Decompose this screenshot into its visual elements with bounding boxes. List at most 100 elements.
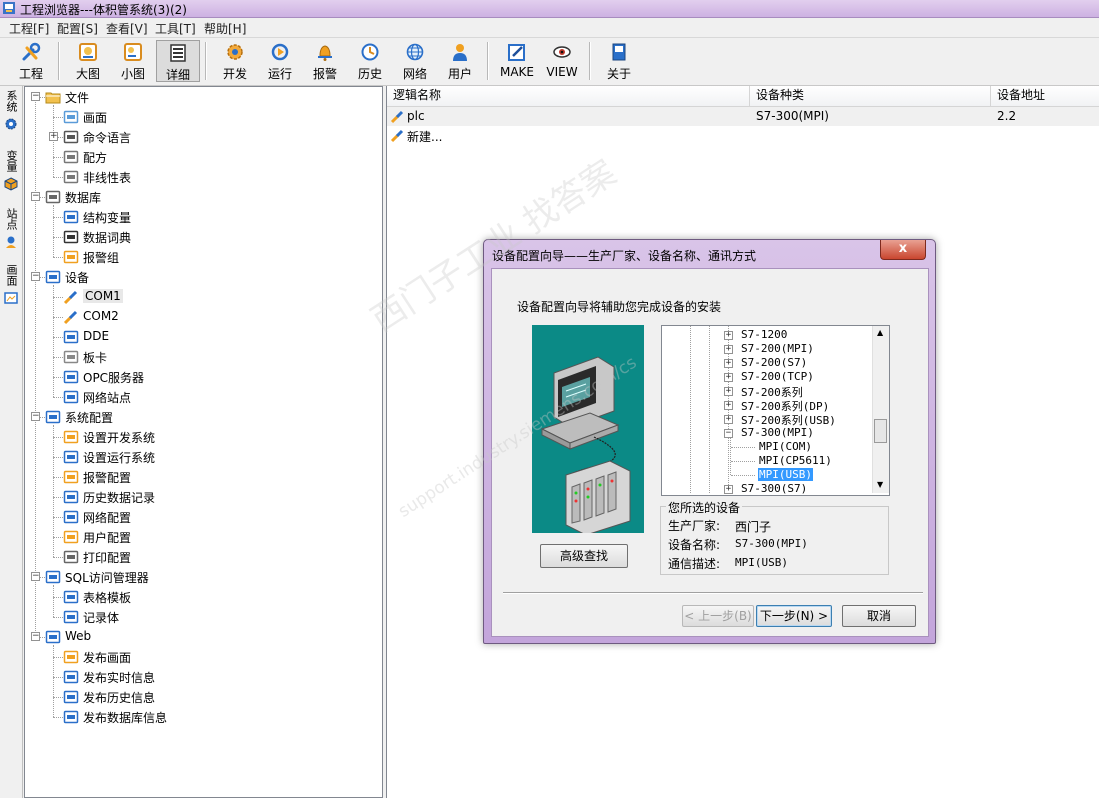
- toolbar-project-button[interactable]: 工程: [9, 40, 53, 82]
- tree-item[interactable]: COM2: [25, 307, 380, 327]
- toolbar-run-button[interactable]: 运行: [258, 40, 302, 82]
- collapse-minus-icon[interactable]: −: [724, 429, 733, 438]
- tree-item[interactable]: 表格模板: [25, 587, 380, 607]
- tree-item[interactable]: 发布画面: [25, 647, 380, 667]
- column-device-address[interactable]: 设备地址: [991, 86, 1099, 106]
- tree-item[interactable]: 报警配置: [25, 467, 380, 487]
- device-tree-scrollbar[interactable]: ▲ ▼: [872, 326, 889, 493]
- column-logical-name[interactable]: 逻辑名称: [387, 86, 750, 106]
- expand-plus-icon[interactable]: +: [724, 331, 733, 340]
- toolbar-alarm-button[interactable]: 报警: [303, 40, 347, 82]
- tree-item-label: 打印配置: [83, 551, 132, 565]
- next-button[interactable]: 下一步(N) >: [756, 605, 832, 627]
- toolbar-develop-button[interactable]: 开发: [213, 40, 257, 82]
- device-tree-item[interactable]: MPI(COM): [662, 440, 870, 454]
- device-tree-item[interactable]: + S7-200(TCP): [662, 370, 870, 384]
- device-tree-item[interactable]: MPI(USB): [662, 468, 870, 482]
- toolbar-view-button[interactable]: VIEW: [540, 40, 584, 82]
- tree-item[interactable]: 打印配置: [25, 547, 380, 567]
- tree-item[interactable]: 画面: [25, 107, 380, 127]
- side-tab-stations[interactable]: 站点: [1, 208, 21, 249]
- tree-item[interactable]: 历史数据记录: [25, 487, 380, 507]
- device-tree-item[interactable]: MPI(CP5611): [662, 454, 870, 468]
- tree-item[interactable]: DDE: [25, 327, 380, 347]
- toolbar-user-button[interactable]: 用户: [438, 40, 482, 82]
- expand-plus-icon[interactable]: +: [724, 373, 733, 382]
- menu-view[interactable]: 查看[V]: [106, 20, 148, 37]
- tree-item[interactable]: 发布历史信息: [25, 687, 380, 707]
- device-type-tree[interactable]: ▲ ▼ + S7-1200 + S7-200(MPI) + S7-200(S7) + S7-2…: [661, 325, 890, 496]
- tree-item[interactable]: 非线性表: [25, 167, 380, 187]
- menu-help[interactable]: 帮助[H]: [204, 20, 246, 37]
- expand-plus-icon[interactable]: +: [724, 415, 733, 424]
- device-tree-item[interactable]: + S7-200系列(DP): [662, 398, 870, 413]
- tree-item[interactable]: 设置开发系统: [25, 427, 380, 447]
- tree-item[interactable]: − Web: [25, 627, 380, 647]
- expand-plus-icon[interactable]: +: [724, 387, 733, 396]
- expand-plus-icon[interactable]: +: [724, 401, 733, 410]
- device-tree-item[interactable]: + S7-200(S7): [662, 356, 870, 370]
- tree-item[interactable]: 记录体: [25, 607, 380, 627]
- tree-item[interactable]: − 设备: [25, 267, 380, 287]
- tree-item[interactable]: 发布实时信息: [25, 667, 380, 687]
- toolbar-make-button[interactable]: MAKE: [495, 40, 539, 82]
- list-row-plc[interactable]: plc S7-300(MPI) 2.2: [387, 107, 1099, 126]
- side-tab-variables[interactable]: 变量: [1, 150, 21, 191]
- tree-item[interactable]: 板卡: [25, 347, 380, 367]
- collapse-minus-icon[interactable]: −: [31, 572, 40, 581]
- scroll-thumb[interactable]: [874, 419, 887, 443]
- tree-item[interactable]: − 文件: [25, 87, 380, 107]
- expand-plus-icon[interactable]: +: [724, 485, 733, 494]
- collapse-minus-icon[interactable]: −: [31, 92, 40, 101]
- cancel-button[interactable]: 取消: [842, 605, 916, 627]
- menu-project[interactable]: 工程[F]: [9, 20, 49, 37]
- device-tree-item[interactable]: + S7-300(S7): [662, 482, 870, 495]
- collapse-minus-icon[interactable]: −: [31, 192, 40, 201]
- menu-tools[interactable]: 工具[T]: [155, 20, 196, 37]
- advanced-search-button[interactable]: 高级查找: [540, 544, 628, 568]
- scroll-down-arrow-icon[interactable]: ▼: [877, 480, 883, 489]
- tree-item[interactable]: − 系统配置: [25, 407, 380, 427]
- dialog-close-button[interactable]: x: [880, 240, 926, 260]
- tree-item[interactable]: 报警组: [25, 247, 380, 267]
- column-device-type[interactable]: 设备种类: [750, 86, 991, 106]
- toolbar-about-button[interactable]: 关于: [597, 40, 641, 82]
- expand-plus-icon[interactable]: +: [724, 359, 733, 368]
- tree-item[interactable]: COM1: [25, 287, 380, 307]
- toolbar-small-icons-button[interactable]: 小图: [111, 40, 155, 82]
- tree-item[interactable]: + 命令语言: [25, 127, 380, 147]
- scroll-up-arrow-icon[interactable]: ▲: [877, 328, 883, 337]
- expand-plus-icon[interactable]: +: [49, 132, 58, 141]
- tree-item[interactable]: − 数据库: [25, 187, 380, 207]
- toolbar-network-button[interactable]: 网络: [393, 40, 437, 82]
- tree-item[interactable]: 设置运行系统: [25, 447, 380, 467]
- tree-item[interactable]: 网络配置: [25, 507, 380, 527]
- device-tree-item[interactable]: + S7-200系列(USB): [662, 412, 870, 427]
- device-tree-item[interactable]: + S7-1200: [662, 328, 870, 342]
- tree-item[interactable]: 发布数据库信息: [25, 707, 380, 727]
- tree-item[interactable]: 网络站点: [25, 387, 380, 407]
- prev-button[interactable]: < 上一步(B): [682, 605, 754, 627]
- expand-plus-icon[interactable]: +: [724, 345, 733, 354]
- toolbar-history-button[interactable]: 历史: [348, 40, 392, 82]
- tree-item[interactable]: 结构变量: [25, 207, 380, 227]
- tree-item[interactable]: OPC服务器: [25, 367, 380, 387]
- tree-item[interactable]: − SQL访问管理器: [25, 567, 380, 587]
- tree-item[interactable]: 用户配置: [25, 527, 380, 547]
- tree-item[interactable]: 配方: [25, 147, 380, 167]
- device-tree-item[interactable]: − S7-300(MPI): [662, 426, 870, 440]
- menu-config[interactable]: 配置[S]: [57, 20, 98, 37]
- side-tab-screens[interactable]: 画面: [1, 264, 21, 305]
- toolbar-large-icons-button[interactable]: 大图: [66, 40, 110, 82]
- collapse-minus-icon[interactable]: −: [31, 632, 40, 641]
- toolbar-details-button[interactable]: 详细: [156, 40, 200, 82]
- collapse-minus-icon[interactable]: −: [31, 272, 40, 281]
- side-tab-variables-label: 变量: [5, 150, 18, 172]
- device-tree-item[interactable]: + S7-200(MPI): [662, 342, 870, 356]
- collapse-minus-icon[interactable]: −: [31, 412, 40, 421]
- side-tab-system[interactable]: 系统: [1, 90, 21, 131]
- device-tree-item[interactable]: + S7-200系列: [662, 384, 870, 399]
- list-row-new[interactable]: 新建...: [387, 126, 1099, 145]
- tree-item[interactable]: 数据词典: [25, 227, 380, 247]
- project-tree[interactable]: − 文件 画面 + 命令语言 配方 非线性表 − 数据库 结构变量 数据词典 报警组 − 设备 COM1 CO…: [24, 86, 383, 798]
